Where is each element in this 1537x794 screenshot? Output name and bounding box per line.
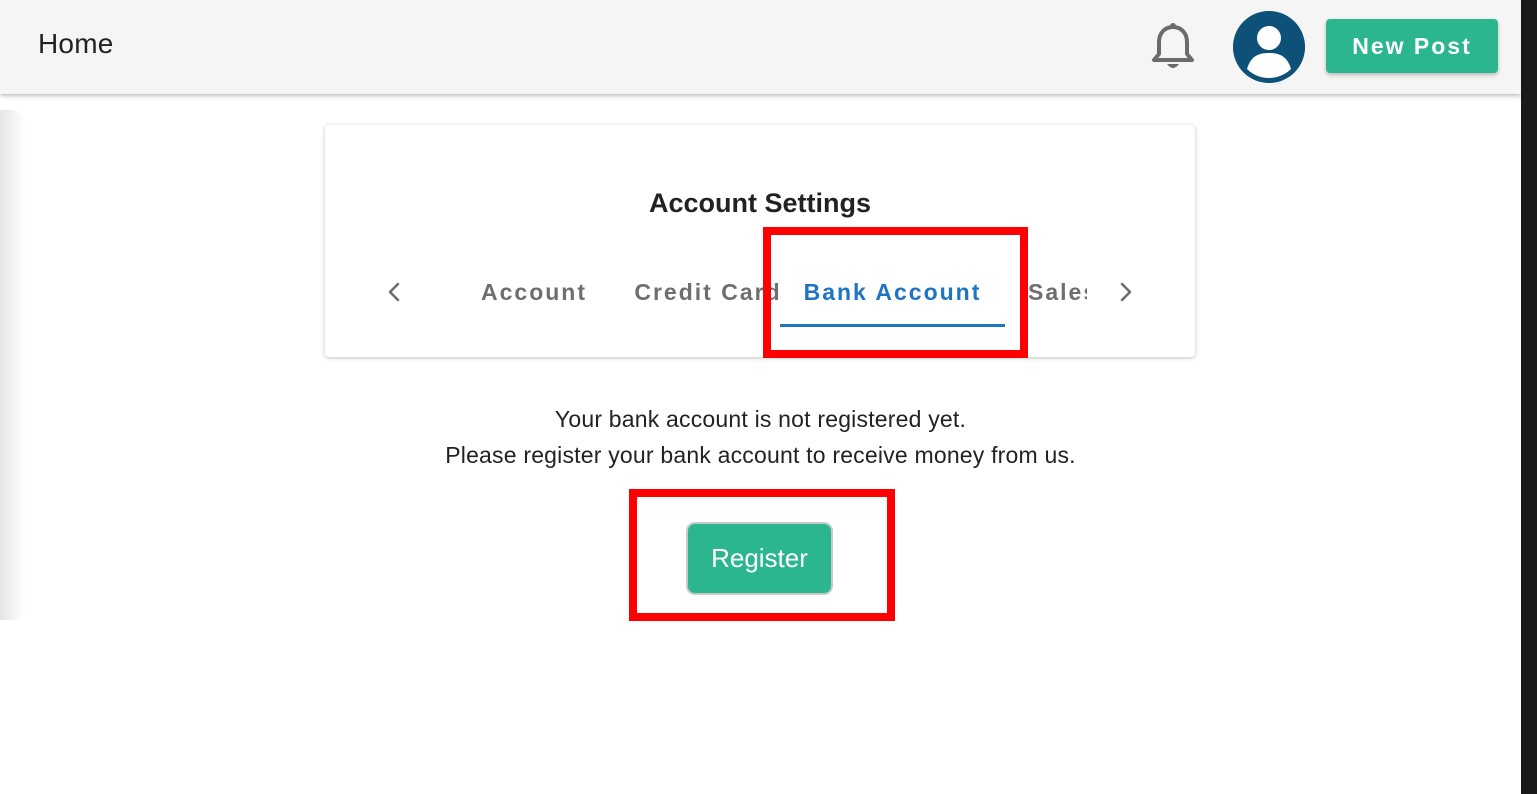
app-bar: Home New Post xyxy=(0,0,1521,94)
tab-strip: Account Credit Card Bank Account Sales xyxy=(430,263,1087,335)
active-tab-indicator xyxy=(780,324,1005,327)
bell-icon[interactable] xyxy=(1150,22,1196,72)
bank-instruction-message: Please register your bank account to rec… xyxy=(445,442,1076,468)
page-title[interactable]: Home xyxy=(38,28,114,60)
chevron-left-icon[interactable] xyxy=(379,275,409,309)
tab-bank-account[interactable]: Bank Account xyxy=(780,263,1005,327)
tab-credit-card[interactable]: Credit Card xyxy=(623,263,793,327)
page: Home New Post Account Settings Account C… xyxy=(0,0,1537,794)
tab-sales[interactable]: Sales xyxy=(1028,263,1087,327)
tab-account[interactable]: Account xyxy=(445,263,623,327)
chevron-right-icon[interactable] xyxy=(1111,275,1141,309)
drawer-shadow xyxy=(0,110,26,620)
new-post-button[interactable]: New Post xyxy=(1326,19,1498,73)
register-button[interactable]: Register xyxy=(686,522,833,595)
bank-status-message: Your bank account is not registered yet. xyxy=(554,406,967,432)
account-settings-card: Account Settings Account Credit Card Ban… xyxy=(325,125,1195,357)
window-edge xyxy=(1521,0,1537,794)
card-title: Account Settings xyxy=(648,188,871,218)
account-circle-icon[interactable] xyxy=(1233,11,1305,83)
